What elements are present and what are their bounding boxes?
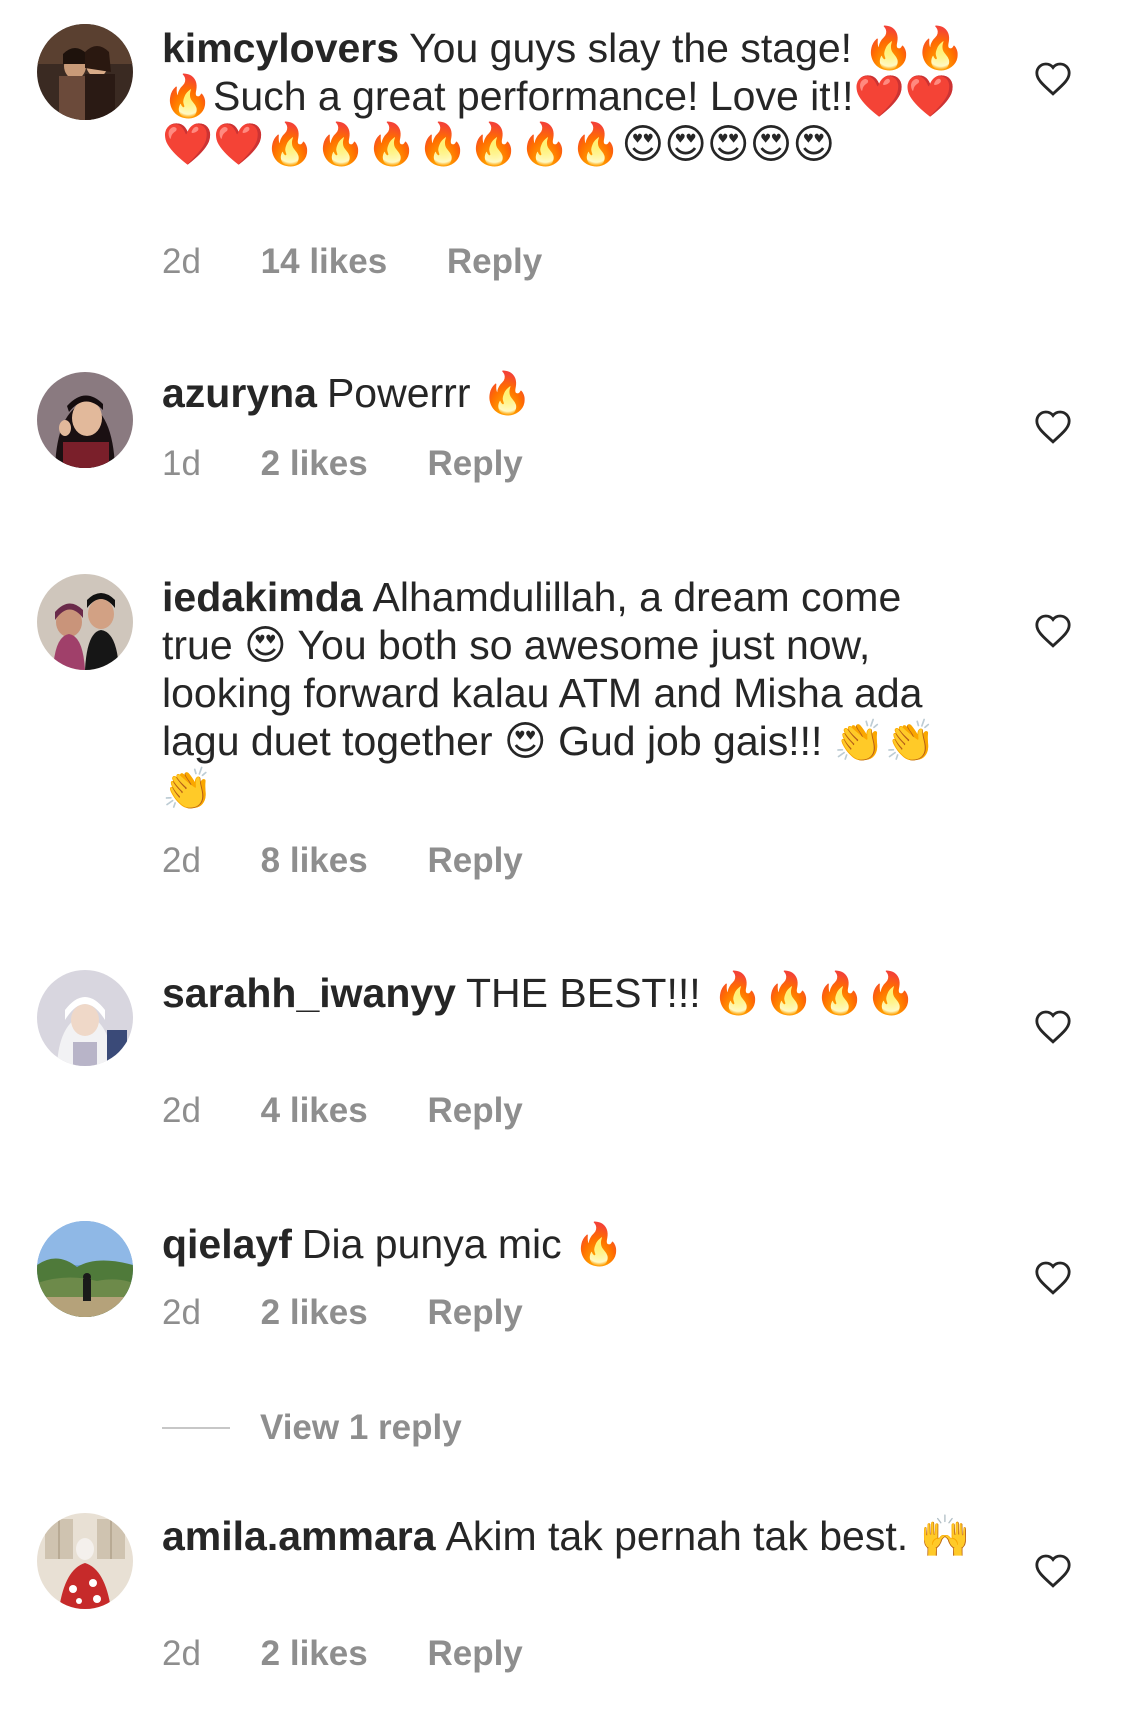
comment-likes[interactable]: 4 likes <box>261 1091 368 1131</box>
comment-username[interactable]: azuryna <box>162 370 317 416</box>
comment-username[interactable]: iedakimda <box>162 574 363 620</box>
comment-text: sarahh_iwanyy THE BEST!!! 🔥🔥🔥🔥 <box>162 969 982 1017</box>
avatar[interactable] <box>37 24 133 120</box>
comment-body: Powerrr 🔥 <box>326 370 533 416</box>
reply-button[interactable]: Reply <box>447 242 542 282</box>
avatar[interactable] <box>37 574 133 670</box>
heart-outline-icon[interactable] <box>1033 407 1073 445</box>
comment-meta: 2d 4 likes Reply <box>162 1091 523 1131</box>
comment-body: THE BEST!!! 🔥🔥🔥🔥 <box>466 970 917 1016</box>
reply-button[interactable]: Reply <box>427 1293 522 1333</box>
comment-username[interactable]: amila.ammara <box>162 1513 436 1559</box>
comment-meta: 2d 8 likes Reply <box>162 841 523 881</box>
comment-username[interactable]: kimcylovers <box>162 25 399 71</box>
view-replies-label: View 1 reply <box>260 1408 462 1447</box>
heart-outline-icon[interactable] <box>1033 1258 1073 1296</box>
comment-likes[interactable]: 2 likes <box>261 1293 368 1333</box>
comment-time: 2d <box>162 841 201 880</box>
comment-time: 1d <box>162 444 201 483</box>
comment-meta: 1d 2 likes Reply <box>162 444 523 484</box>
comment-time: 2d <box>162 1634 201 1673</box>
heart-outline-icon[interactable] <box>1033 1551 1073 1589</box>
comment-time: 2d <box>162 242 201 281</box>
comment-likes[interactable]: 14 likes <box>261 242 388 282</box>
reply-button[interactable]: Reply <box>427 444 522 484</box>
comment-body: Dia punya mic 🔥 <box>301 1221 625 1267</box>
comment-text: qielayf Dia punya mic 🔥 <box>162 1220 982 1268</box>
comment-meta: 2d 14 likes Reply <box>162 242 542 282</box>
heart-outline-icon[interactable] <box>1033 1007 1073 1045</box>
comment-meta: 2d 2 likes Reply <box>162 1293 523 1333</box>
reply-button[interactable]: Reply <box>427 1091 522 1131</box>
heart-outline-icon[interactable] <box>1033 59 1073 97</box>
comment-time: 2d <box>162 1091 201 1130</box>
avatar[interactable] <box>37 970 133 1066</box>
comment-likes[interactable]: 2 likes <box>261 444 368 484</box>
view-replies-button[interactable]: View 1 reply <box>162 1408 462 1452</box>
comment-username[interactable]: qielayf <box>162 1221 292 1267</box>
avatar[interactable] <box>37 1221 133 1317</box>
reply-button[interactable]: Reply <box>427 1634 522 1674</box>
comment-text: azuryna Powerrr 🔥 <box>162 369 982 417</box>
comment-meta: 2d 2 likes Reply <box>162 1634 523 1674</box>
avatar[interactable] <box>37 1513 133 1609</box>
heart-outline-icon[interactable] <box>1033 611 1073 649</box>
avatar[interactable] <box>37 372 133 468</box>
comment-body: Akim tak pernah tak best. 🙌 <box>445 1513 971 1559</box>
comment-text: iedakimda Alhamdulillah, a dream come tru… <box>162 573 982 813</box>
comment-username[interactable]: sarahh_iwanyy <box>162 970 456 1016</box>
comment-text: amila.ammara Akim tak pernah tak best. 🙌 <box>162 1512 982 1560</box>
comment-text: kimcylovers You guys slay the stage! 🔥🔥🔥S… <box>162 24 982 168</box>
comment-likes[interactable]: 2 likes <box>261 1634 368 1674</box>
comment-likes[interactable]: 8 likes <box>261 841 368 881</box>
reply-button[interactable]: Reply <box>427 841 522 881</box>
comment-time: 2d <box>162 1293 201 1332</box>
reply-thread-divider <box>162 1427 230 1429</box>
